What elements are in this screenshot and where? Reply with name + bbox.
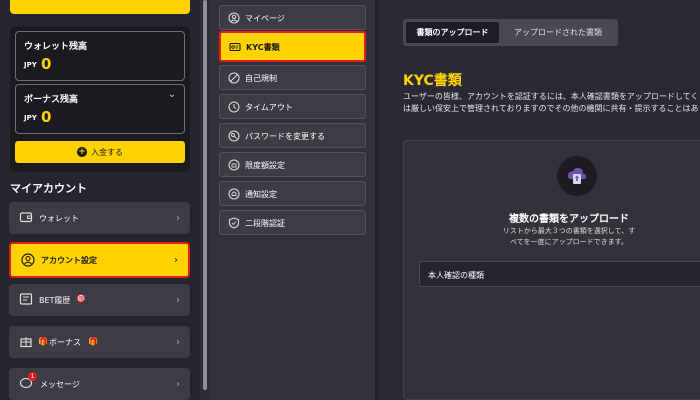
nav-label: BET履歴 bbox=[39, 295, 71, 305]
submenu-label: パスワードを変更する bbox=[245, 132, 325, 141]
tab-uploaded-documents[interactable]: アップロードされた書類 bbox=[503, 22, 613, 43]
sidebar-scrollbar[interactable] bbox=[200, 0, 210, 400]
chevron-down-icon[interactable]: ⌄ bbox=[168, 89, 176, 100]
submenu-notification-settings[interactable]: 通知設定 bbox=[219, 181, 366, 206]
nav-item-bonus[interactable]: 🎁 ボーナス 🎁 › bbox=[9, 326, 190, 358]
upload-panel: 複数の書類をアップロード リストから最大３つの書類を選択して、す べてを一度にア… bbox=[403, 140, 700, 400]
submenu-label: KYC書類 bbox=[246, 43, 280, 52]
wallet-balance-card: ウォレット残高 JPY 0 bbox=[15, 31, 185, 81]
deposit-button[interactable]: + 入金する bbox=[15, 141, 185, 163]
chevron-right-icon: › bbox=[176, 294, 180, 306]
bonus-currency: JPY bbox=[24, 114, 37, 122]
user-circle-icon bbox=[228, 12, 240, 24]
page-title: KYC書類 bbox=[403, 73, 462, 89]
shield-icon bbox=[228, 217, 240, 229]
section-title: マイアカウント bbox=[10, 182, 87, 195]
limit-icon bbox=[228, 159, 240, 171]
submenu-limit-settings[interactable]: 限度額設定 bbox=[219, 152, 366, 177]
nav-item-account-settings[interactable]: アカウント設定 › bbox=[9, 242, 190, 278]
bet-history-icon bbox=[19, 293, 33, 305]
balance-block: ウォレット残高 JPY 0 ボーナス残高 ⌄ JPY 0 + 入金する bbox=[10, 26, 190, 172]
upload-icon-circle[interactable] bbox=[557, 156, 597, 196]
nav-item-wallet[interactable]: ウォレット › bbox=[9, 202, 190, 234]
submenu-label: タイムアウト bbox=[245, 103, 293, 112]
submenu-label: 自己規制 bbox=[245, 74, 277, 83]
submenu-my-page[interactable]: マイページ bbox=[219, 5, 366, 30]
bell-icon bbox=[228, 188, 240, 200]
gift-emoji-icon: 🎁 bbox=[88, 337, 98, 346]
document-tabs: 書類のアップロード アップロードされた書類 bbox=[403, 19, 618, 46]
wallet-currency: JPY bbox=[24, 61, 37, 69]
user-icon bbox=[21, 253, 35, 267]
target-emoji-icon: 🎯 bbox=[76, 294, 86, 303]
bonus-amount: 0 bbox=[41, 108, 52, 126]
chevron-right-icon: › bbox=[176, 378, 180, 390]
nav-label: ウォレット bbox=[39, 213, 79, 223]
submenu-label: 通知設定 bbox=[245, 190, 277, 199]
upload-title: 複数の書類をアップロード bbox=[509, 214, 629, 225]
key-icon bbox=[228, 130, 240, 142]
page-description: ユーザーの皆様、アカウントを認証するには、本人確認書類をアップロードしてく は厳… bbox=[403, 92, 699, 113]
submenu-kyc-documents[interactable]: KYC書類 bbox=[219, 31, 366, 62]
chevron-right-icon: › bbox=[174, 254, 178, 266]
bonus-balance-label: ボーナス残高 bbox=[24, 95, 79, 105]
scrollbar-thumb[interactable] bbox=[203, 0, 207, 390]
submenu-label: マイページ bbox=[245, 14, 285, 23]
clock-icon bbox=[228, 101, 240, 113]
bonus-balance-card[interactable]: ボーナス残高 ⌄ JPY 0 bbox=[15, 84, 185, 134]
gift-emoji-icon: 🎁 bbox=[38, 337, 48, 346]
deposit-label: 入金する bbox=[91, 147, 123, 157]
tab-upload-documents[interactable]: 書類のアップロード bbox=[406, 22, 499, 43]
submenu-self-exclusion[interactable]: 自己規制 bbox=[219, 65, 366, 90]
submenu-label: 限度額設定 bbox=[245, 161, 285, 170]
message-count-badge: 1 bbox=[28, 372, 37, 381]
plus-icon: + bbox=[77, 147, 87, 157]
id-type-select[interactable]: 本人確認の種類 bbox=[419, 261, 700, 287]
nav-item-messages[interactable]: 1 メッセージ › bbox=[9, 368, 190, 400]
submenu-two-factor-auth[interactable]: 二段階認証 bbox=[219, 210, 366, 235]
top-action-button[interactable] bbox=[10, 0, 190, 14]
gift-icon bbox=[20, 337, 32, 348]
wallet-balance-label: ウォレット残高 bbox=[24, 42, 88, 52]
nav-label: アカウント設定 bbox=[41, 255, 97, 265]
wallet-icon bbox=[19, 212, 33, 223]
nav-label: ボーナス bbox=[49, 337, 81, 347]
chevron-right-icon: › bbox=[176, 336, 180, 348]
submenu-timeout[interactable]: タイムアウト bbox=[219, 94, 366, 119]
nav-item-bet-history[interactable]: BET履歴 🎯 › bbox=[9, 284, 190, 316]
id-type-select-value: 本人確認の種類 bbox=[428, 271, 484, 280]
account-sidebar: ウォレット残高 JPY 0 ボーナス残高 ⌄ JPY 0 + 入金する マイアカ… bbox=[0, 0, 200, 400]
submenu-label: 二段階認証 bbox=[245, 219, 285, 228]
settings-submenu: マイページ KYC書類 自己規制 タイムアウト パスワードを変更する 限度額設定… bbox=[210, 0, 375, 400]
no-entry-icon bbox=[228, 72, 240, 84]
id-card-icon bbox=[229, 42, 241, 52]
wallet-amount: 0 bbox=[41, 55, 52, 73]
upload-subtitle: リストから最大３つの書類を選択して、す べてを一度にアップロードできます。 bbox=[502, 227, 636, 246]
cloud-upload-icon bbox=[567, 167, 587, 184]
chevron-right-icon: › bbox=[176, 212, 180, 224]
kyc-content: 書類のアップロード アップロードされた書類 KYC書類 ユーザーの皆様、アカウン… bbox=[379, 0, 700, 400]
nav-label: メッセージ bbox=[40, 379, 80, 389]
submenu-change-password[interactable]: パスワードを変更する bbox=[219, 123, 366, 148]
